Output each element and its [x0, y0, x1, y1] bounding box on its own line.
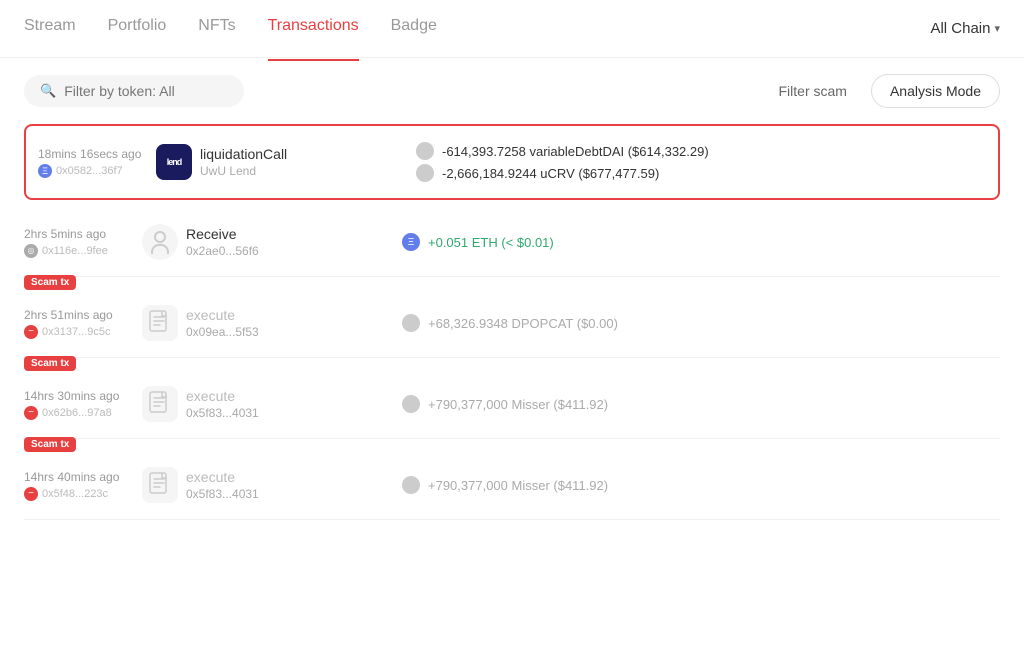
asset-amount: -2,666,184.9244 uCRV ($677,477.59) — [442, 166, 659, 181]
asset-amount: +790,377,000 Misser ($411.92) — [428, 478, 608, 493]
asset-line: +68,326.9348 DPOPCAT ($0.00) — [402, 314, 1000, 332]
tx-name: execute — [186, 307, 386, 323]
nav-badge[interactable]: Badge — [391, 0, 437, 61]
tx-name: liquidationCall — [200, 146, 400, 162]
asset-amount: +790,377,000 Misser ($411.92) — [428, 397, 608, 412]
chain-icon: − — [24, 406, 38, 420]
chain-icon: − — [24, 487, 38, 501]
asset-line: -614,393.7258 variableDebtDAI ($614,332.… — [416, 142, 986, 160]
transaction-list: 18mins 16secs ago Ξ 0x0582...36f7 lend l… — [0, 124, 1024, 520]
tx-time: 2hrs 5mins ago — [24, 227, 134, 241]
tx-info-col: execute 0x5f83...4031 — [186, 469, 386, 501]
receive-icon — [142, 224, 178, 260]
asset-icon — [402, 395, 420, 413]
tx-time: 14hrs 40mins ago — [24, 470, 134, 484]
tx-name: execute — [186, 469, 386, 485]
nav-stream[interactable]: Stream — [24, 0, 76, 61]
doc-svg — [149, 310, 171, 336]
tx-hash: − 0x62b6...97a8 — [24, 406, 134, 420]
tx-assets-col: +790,377,000 Misser ($411.92) — [386, 395, 1000, 413]
search-icon: 🔍 — [40, 83, 56, 99]
table-row[interactable]: 2hrs 5mins ago ◎ 0x116e...9fee Receive 0… — [24, 208, 1000, 277]
tx-sub: 0x5f83...4031 — [186, 487, 386, 501]
tx-icon-col — [134, 224, 186, 260]
nav-nfts[interactable]: NFTs — [198, 0, 235, 61]
tx-hash: − 0x5f48...223c — [24, 487, 134, 501]
tx-time: 14hrs 30mins ago — [24, 389, 134, 403]
doc-svg — [149, 391, 171, 417]
table-row[interactable]: Scam tx 14hrs 40mins ago − 0x5f48...223c… — [24, 447, 1000, 520]
asset-line: Ξ +0.051 ETH (< $0.01) — [402, 233, 1000, 251]
tx-assets-col: +68,326.9348 DPOPCAT ($0.00) — [386, 314, 1000, 332]
tx-assets-col: -614,393.7258 variableDebtDAI ($614,332.… — [400, 142, 986, 182]
person-icon — [151, 231, 169, 254]
tx-time-col: 14hrs 40mins ago − 0x5f48...223c — [24, 470, 134, 501]
tx-assets-col: Ξ +0.051 ETH (< $0.01) — [386, 233, 1000, 251]
tx-hash: − 0x3137...9c5c — [24, 325, 134, 339]
tx-time-col: 2hrs 5mins ago ◎ 0x116e...9fee — [24, 227, 134, 258]
tx-sub: 0x2ae0...56f6 — [186, 244, 386, 258]
asset-icon — [402, 476, 420, 494]
tx-info-col: liquidationCall UwU Lend — [200, 146, 400, 178]
tx-icon-col — [134, 305, 186, 341]
table-row[interactable]: 18mins 16secs ago Ξ 0x0582...36f7 lend l… — [24, 124, 1000, 200]
tx-icon-col — [134, 467, 186, 503]
execute-icon — [142, 386, 178, 422]
chain-icon: − — [24, 325, 38, 339]
tx-sub: 0x09ea...5f53 — [186, 325, 386, 339]
tx-assets-col: +790,377,000 Misser ($411.92) — [386, 476, 1000, 494]
asset-amount: +0.051 ETH (< $0.01) — [428, 235, 554, 250]
asset-icon — [402, 314, 420, 332]
tx-sub: UwU Lend — [200, 164, 400, 178]
tx-name: Receive — [186, 226, 386, 242]
tx-time-col: 18mins 16secs ago Ξ 0x0582...36f7 — [38, 147, 148, 178]
tx-time-col: 14hrs 30mins ago − 0x62b6...97a8 — [24, 389, 134, 420]
asset-amount: +68,326.9348 DPOPCAT ($0.00) — [428, 316, 618, 331]
asset-amount: -614,393.7258 variableDebtDAI ($614,332.… — [442, 144, 709, 159]
chain-icon: ◎ — [24, 244, 38, 258]
table-row[interactable]: Scam tx 2hrs 51mins ago − 0x3137...9c5c … — [24, 285, 1000, 358]
scam-badge: Scam tx — [24, 275, 76, 290]
tx-icon-col: lend — [148, 144, 200, 180]
asset-line: +790,377,000 Misser ($411.92) — [402, 476, 1000, 494]
search-input[interactable] — [64, 83, 228, 99]
table-row[interactable]: Scam tx 14hrs 30mins ago − 0x62b6...97a8… — [24, 366, 1000, 439]
chain-selector-label: All Chain — [930, 20, 990, 37]
tx-hash: Ξ 0x0582...36f7 — [38, 164, 148, 178]
analysis-mode-button[interactable]: Analysis Mode — [871, 74, 1000, 108]
tx-time: 2hrs 51mins ago — [24, 308, 134, 322]
eth-icon: Ξ — [402, 233, 420, 251]
tx-name: execute — [186, 388, 386, 404]
main-nav: Stream Portfolio NFTs Transactions Badge… — [0, 0, 1024, 58]
uwu-lend-icon: lend — [156, 144, 192, 180]
asset-line: +790,377,000 Misser ($411.92) — [402, 395, 1000, 413]
scam-badge: Scam tx — [24, 356, 76, 371]
tx-info-col: execute 0x5f83...4031 — [186, 388, 386, 420]
tx-time: 18mins 16secs ago — [38, 147, 148, 161]
toolbar: 🔍 Filter scam Analysis Mode — [0, 58, 1024, 124]
chain-icon: Ξ — [38, 164, 52, 178]
filter-scam-button[interactable]: Filter scam — [767, 75, 859, 107]
chain-selector[interactable]: All Chain ▾ — [930, 20, 1000, 37]
chevron-down-icon: ▾ — [994, 22, 1000, 35]
doc-svg — [149, 472, 171, 498]
tx-sub: 0x5f83...4031 — [186, 406, 386, 420]
scam-badge: Scam tx — [24, 437, 76, 452]
tx-icon-col — [134, 386, 186, 422]
tx-info-col: execute 0x09ea...5f53 — [186, 307, 386, 339]
execute-icon — [142, 467, 178, 503]
asset-icon — [416, 164, 434, 182]
tx-time-col: 2hrs 51mins ago − 0x3137...9c5c — [24, 308, 134, 339]
search-box[interactable]: 🔍 — [24, 75, 244, 107]
asset-icon — [416, 142, 434, 160]
nav-portfolio[interactable]: Portfolio — [108, 0, 167, 61]
tx-hash: ◎ 0x116e...9fee — [24, 244, 134, 258]
tx-info-col: Receive 0x2ae0...56f6 — [186, 226, 386, 258]
nav-transactions[interactable]: Transactions — [268, 0, 359, 61]
execute-icon — [142, 305, 178, 341]
asset-line: -2,666,184.9244 uCRV ($677,477.59) — [416, 164, 986, 182]
